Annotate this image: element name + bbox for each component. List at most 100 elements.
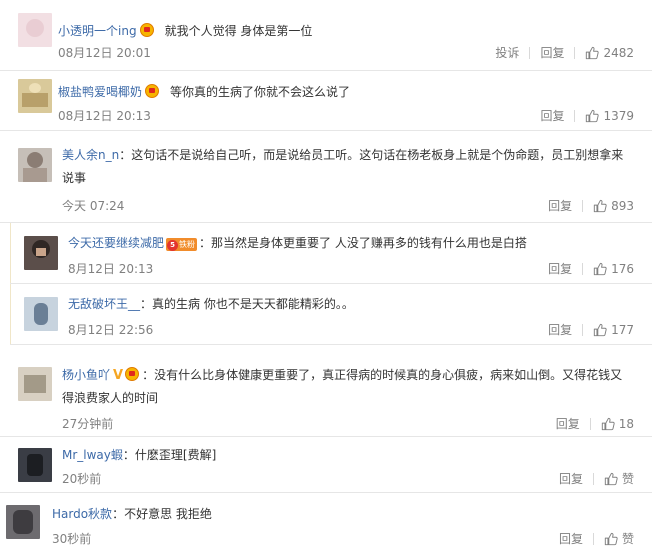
comment-actions: 回复 18	[546, 416, 634, 432]
comment-item: 小透明一个ing 就我个人觉得 身体是第一位 08月12日 20:01 投诉 回复…	[0, 0, 652, 71]
thumbs-up-icon	[586, 109, 600, 123]
like-label: 赞	[621, 532, 634, 546]
comment-time: 27分钟前	[62, 417, 114, 431]
comment-text: 真的生病 你也不是天天都能精彩的。。	[152, 297, 354, 311]
comment-body: Mr_lway蝦：什麽歪理[费解]	[62, 445, 216, 465]
like-button[interactable]: 18	[591, 416, 634, 432]
fan-level-badge-icon: 5 铁粉	[166, 238, 198, 251]
avatar[interactable]	[18, 13, 52, 47]
fan-level: 5	[167, 240, 179, 251]
comment-item: Mr_lway蝦：什麽歪理[费解] 20秒前 回复 赞	[0, 437, 652, 493]
reply-button[interactable]: 回复	[549, 531, 593, 547]
colon: ：	[142, 368, 155, 382]
like-button[interactable]: 177	[583, 322, 634, 338]
reply-button[interactable]: 回复	[549, 471, 593, 487]
avatar[interactable]	[18, 79, 52, 113]
username-link[interactable]: 椒盐鸭爱喝椰奶	[58, 85, 142, 99]
thumbs-up-icon	[593, 323, 607, 337]
verified-v-icon: V	[113, 368, 124, 383]
thumbs-up-icon	[601, 417, 615, 431]
comment-text: 就我个人觉得 身体是第一位	[164, 24, 313, 38]
username-link[interactable]: 美人余n_n	[62, 148, 119, 162]
username-link[interactable]: 今天还要继续减肥	[68, 236, 164, 250]
crown-badge-icon	[145, 84, 160, 98]
like-button[interactable]: 2482	[575, 45, 634, 61]
comment-actions: 回复 176	[538, 261, 634, 277]
like-count: 1379	[603, 109, 634, 123]
avatar[interactable]	[6, 505, 40, 539]
colon: ：	[122, 448, 135, 462]
thumbs-up-icon	[604, 472, 618, 486]
report-button[interactable]: 投诉	[485, 45, 529, 61]
comment-actions: 回复 赞	[549, 531, 634, 547]
comment-actions: 回复 赞	[549, 471, 634, 487]
like-count: 893	[611, 199, 634, 213]
like-count: 176	[611, 262, 634, 276]
colon: ：	[140, 297, 153, 311]
comment-actions: 回复 177	[538, 322, 634, 338]
comment-item: 椒盐鸭爱喝椰奶 等你真的生病了你就不会这么说了 08月12日 20:13 回复 1…	[0, 71, 652, 131]
like-button[interactable]: 893	[583, 198, 634, 214]
username-link[interactable]: 小透明一个ing	[58, 24, 137, 38]
comment-body: 美人余n_n：这句话不是说给自己听，而是说给员工听。这句话在杨老板身上就是个伪命…	[62, 144, 634, 190]
comment-time: 08月12日 20:13	[58, 109, 151, 123]
comment-time: 今天 07:24	[62, 199, 125, 213]
comment-time: 20秒前	[62, 472, 102, 486]
colon: ：	[199, 236, 212, 250]
comment-time: 08月12日 20:01	[58, 46, 151, 60]
comment-text: 等你真的生病了你就不会这么说了	[170, 85, 351, 99]
thumbs-up-icon	[604, 532, 618, 546]
colon: ：	[112, 507, 125, 521]
comment-item: 杨小鱼吖 V ：没有什么比身体健康更重要了，真正得病的时候真的身心俱疲，病来如山倒。…	[0, 345, 652, 437]
comment-item: 美人余n_n：这句话不是说给自己听，而是说给员工听。这句话在杨老板身上就是个伪命…	[0, 131, 652, 223]
comment-text: 什麽歪理[费解]	[134, 448, 217, 462]
fan-label: 铁粉	[179, 240, 196, 249]
comment-body: 椒盐鸭爱喝椰奶 等你真的生病了你就不会这么说了	[58, 82, 350, 102]
reply-button[interactable]: 回复	[538, 261, 582, 277]
comment-body: 无敌破坏王__：真的生病 你也不是天天都能精彩的。。	[68, 294, 354, 314]
reply-button[interactable]: 回复	[530, 108, 574, 124]
like-button[interactable]: 1379	[575, 108, 634, 124]
comment-body: Hardo秋款：不好意思 我拒绝	[52, 504, 212, 524]
username-link[interactable]: Hardo秋款	[52, 507, 112, 521]
comment-time: 30秒前	[52, 532, 92, 546]
reply-button[interactable]: 回复	[538, 198, 582, 214]
reply-button[interactable]: 回复	[530, 45, 574, 61]
comment-body: 今天还要继续减肥 5 铁粉 ：那当然是身体更重要了 人没了赚再多的钱有什么用也是白搭	[68, 233, 527, 253]
crown-badge-icon	[139, 23, 154, 37]
like-count: 177	[611, 323, 634, 337]
avatar[interactable]	[18, 367, 52, 401]
like-count: 2482	[603, 46, 634, 60]
like-button[interactable]: 赞	[594, 471, 634, 487]
avatar[interactable]	[24, 236, 58, 270]
like-label: 赞	[621, 472, 634, 486]
like-button[interactable]: 赞	[594, 531, 634, 547]
reply-button[interactable]: 回复	[546, 416, 590, 432]
comment-text: 这句话不是说给自己听，而是说给员工听。这句话在杨老板身上就是个伪命题，员工别想拿…	[62, 148, 624, 185]
comment-time: 8月12日 20:13	[68, 262, 154, 276]
comment-text: 不好意思 我拒绝	[124, 507, 212, 521]
username-link[interactable]: Mr_lway蝦	[62, 448, 123, 462]
avatar[interactable]	[24, 297, 58, 331]
avatar[interactable]	[18, 448, 52, 482]
like-count: 18	[618, 417, 634, 431]
comment-actions: 回复 893	[538, 198, 634, 214]
comment-text: 那当然是身体更重要了 人没了赚再多的钱有什么用也是白搭	[211, 236, 527, 250]
thumbs-up-icon	[593, 199, 607, 213]
username-link[interactable]: 杨小鱼吖	[62, 368, 110, 382]
comment-body: 小透明一个ing 就我个人觉得 身体是第一位	[58, 21, 312, 41]
reply-button[interactable]: 回复	[538, 322, 582, 338]
thumbs-up-icon	[593, 262, 607, 276]
comment-body: 杨小鱼吖 V ：没有什么比身体健康更重要了，真正得病的时候真的身心俱疲，病来如山倒。…	[62, 364, 634, 410]
colon: ：	[119, 148, 132, 162]
username-link[interactable]: 无敌破坏王__	[68, 297, 140, 311]
comment-actions: 回复 1379	[530, 108, 634, 124]
comment-actions: 投诉 回复 2482	[485, 45, 634, 61]
thumbs-up-icon	[586, 46, 600, 60]
avatar[interactable]	[18, 148, 52, 182]
comment-item: Hardo秋款：不好意思 我拒绝 30秒前 回复 赞	[0, 493, 652, 556]
like-button[interactable]: 176	[583, 261, 634, 277]
crown-badge-icon	[125, 367, 140, 381]
comment-time: 8月12日 22:56	[68, 323, 154, 337]
comment-reply-item: 无敌破坏王__：真的生病 你也不是天天都能精彩的。。 8月12日 22:56 回…	[10, 284, 652, 345]
